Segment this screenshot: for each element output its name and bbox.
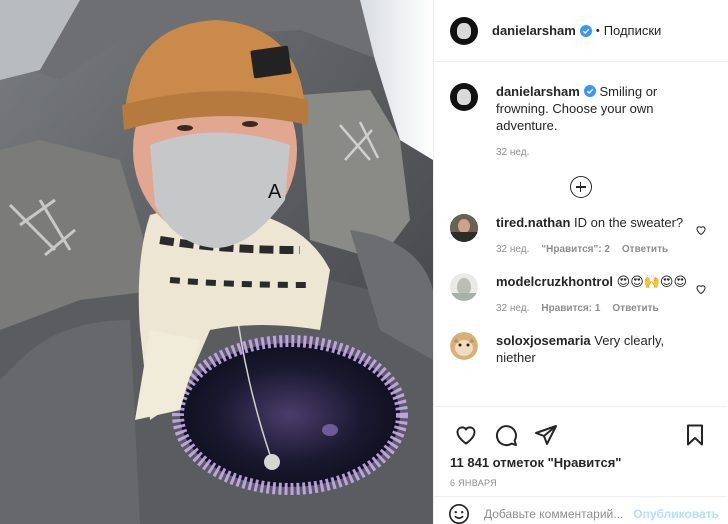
- caption-username[interactable]: danielarsham: [496, 84, 580, 99]
- comment-username[interactable]: soloxjosemaria: [496, 333, 591, 348]
- like-button[interactable]: [446, 415, 486, 455]
- comment-icon: [495, 425, 517, 447]
- comment-text: ID on the sweater?: [574, 215, 684, 230]
- caption-time[interactable]: 32 нед.: [496, 147, 529, 158]
- verified-badge-icon: [579, 24, 592, 37]
- author-avatar-small[interactable]: [450, 83, 478, 111]
- comment-item: tired.nathan ID on the sweater? 32 нед. …: [434, 214, 727, 255]
- separator-dot: •: [595, 24, 600, 37]
- post-photo[interactable]: A: [0, 0, 433, 524]
- mask-letter: A: [268, 181, 282, 203]
- save-button[interactable]: [675, 415, 715, 455]
- comment-username[interactable]: modelcruzkhontrol: [496, 274, 613, 289]
- comment-time[interactable]: 32 нед.: [496, 303, 529, 314]
- commenter-avatar[interactable]: [450, 214, 478, 242]
- heart-icon[interactable]: [695, 283, 707, 295]
- comment-button[interactable]: [486, 415, 526, 455]
- comment-likes[interactable]: Нравится: 1: [541, 303, 600, 314]
- plus-circle-icon[interactable]: [569, 176, 592, 198]
- comment-likes[interactable]: "Нравится": 2: [541, 244, 610, 255]
- commenter-avatar[interactable]: [450, 332, 478, 360]
- publish-button[interactable]: Опубликовать: [633, 507, 727, 521]
- comment-time[interactable]: 32 нед.: [496, 244, 529, 255]
- share-icon: [535, 425, 557, 445]
- comment-item: soloxjosemaria Very clearly, niether: [434, 332, 727, 366]
- author-username[interactable]: danielarsham: [492, 23, 576, 38]
- action-bar: 11 841 отметок "Нравится" 6 января: [434, 406, 727, 488]
- selfie-image: A: [0, 0, 433, 524]
- reply-button[interactable]: Ответить: [622, 244, 668, 255]
- comment-text: 😍😍🙌😍😍: [616, 274, 688, 289]
- load-more: [434, 176, 727, 200]
- heart-icon: [456, 426, 476, 445]
- post-date[interactable]: 6 января: [446, 478, 715, 488]
- post-header: danielarsham • Подписки: [434, 0, 728, 62]
- verified-badge-icon: [583, 85, 596, 97]
- post-modal: A danielarsham • Подписки danielarsham S…: [0, 0, 728, 524]
- commenter-avatar[interactable]: [450, 273, 478, 301]
- reply-button[interactable]: Ответить: [612, 303, 658, 314]
- likes-count[interactable]: 11 841 отметок "Нравится": [446, 455, 715, 470]
- comment-item: modelcruzkhontrol 😍😍🙌😍😍 32 нед. Нравится…: [434, 273, 727, 314]
- comment-username[interactable]: tired.nathan: [496, 215, 570, 230]
- comment-input[interactable]: [484, 506, 634, 521]
- caption: danielarsham Smiling or frowning. Choose…: [434, 63, 727, 158]
- heart-icon[interactable]: [695, 224, 707, 236]
- add-comment-bar: Опубликовать: [434, 496, 727, 524]
- bookmark-icon: [687, 424, 703, 446]
- comments-list[interactable]: danielarsham Smiling or frowning. Choose…: [434, 63, 727, 406]
- emoji-icon[interactable]: [448, 503, 470, 524]
- author-avatar[interactable]: [450, 16, 478, 45]
- following-button[interactable]: Подписки: [604, 23, 662, 38]
- post-details-panel: danielarsham • Подписки danielarsham Smi…: [433, 0, 728, 524]
- share-button[interactable]: [526, 415, 566, 455]
